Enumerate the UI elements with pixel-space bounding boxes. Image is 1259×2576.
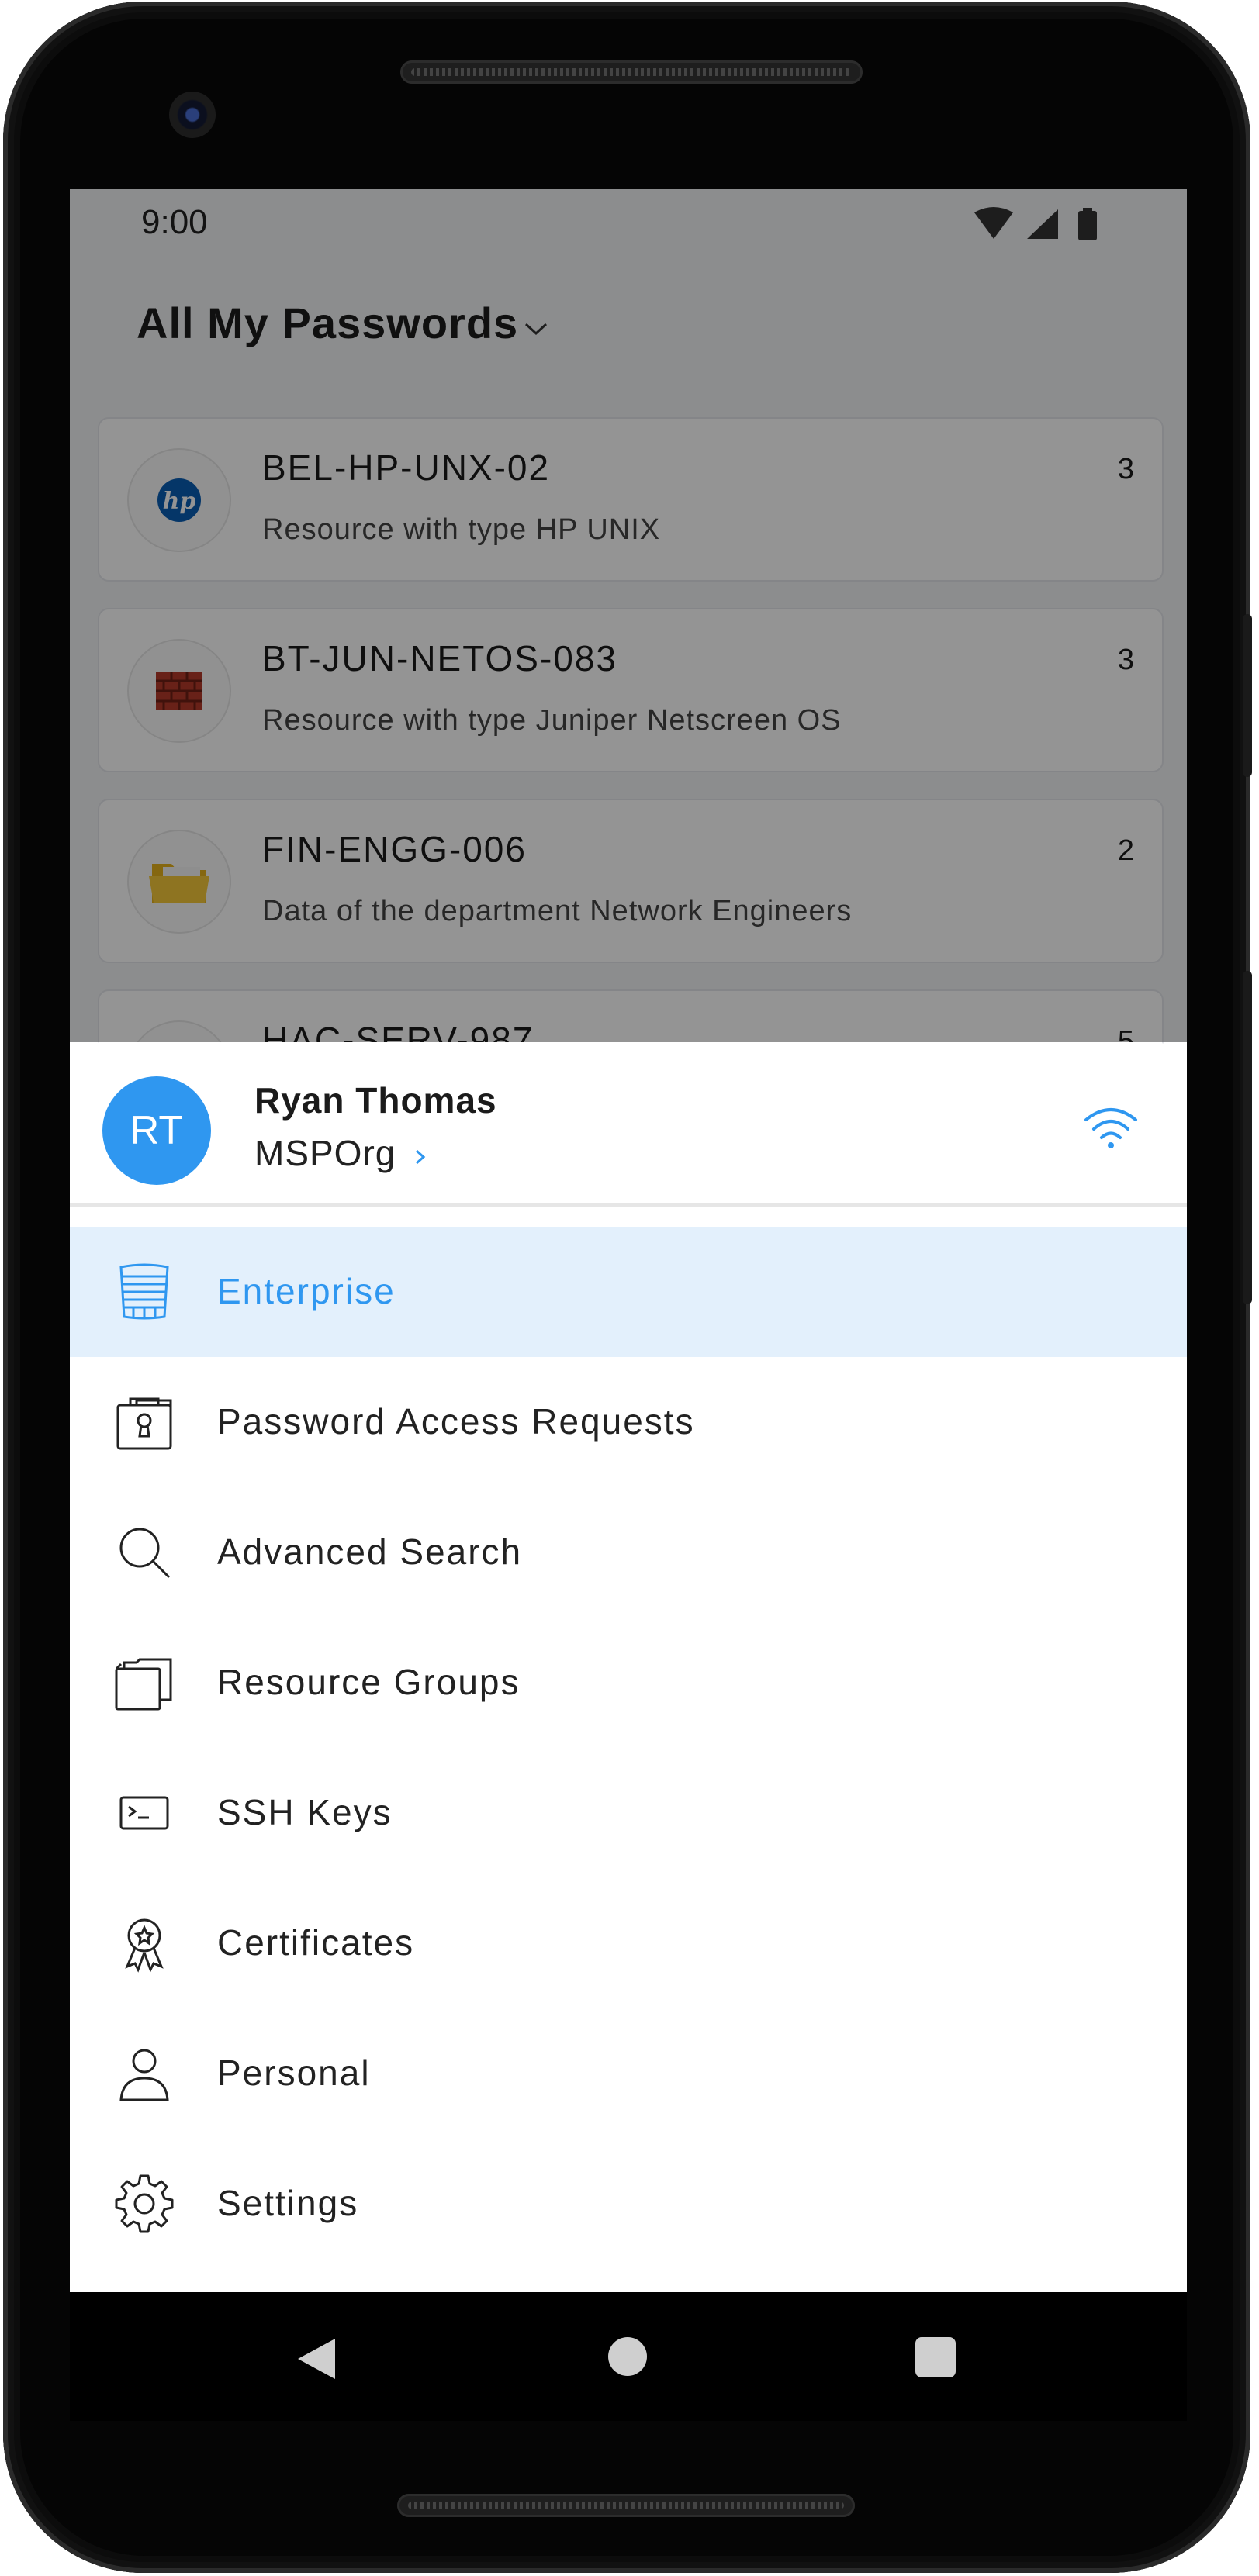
volume-button <box>1243 971 1252 1304</box>
menu-item-advanced-search[interactable]: Advanced Search <box>70 1487 1187 1618</box>
menu-label: Personal <box>217 2053 371 2093</box>
earpiece-speaker <box>400 60 863 84</box>
wifi-icon <box>1084 1108 1137 1148</box>
power-button <box>1243 614 1252 777</box>
recent-apps-icon[interactable] <box>915 2337 956 2377</box>
terminal-icon <box>119 1796 169 1830</box>
chevron-right-icon[interactable] <box>413 1146 428 1168</box>
menu-item-ssh-keys[interactable]: SSH Keys <box>70 1748 1187 1878</box>
menu-item-password-access-requests[interactable]: Password Access Requests <box>70 1357 1187 1487</box>
menu-item-enterprise[interactable]: Enterprise <box>70 1227 1187 1357</box>
certificate-badge-icon <box>125 1918 164 1973</box>
menu-item-personal[interactable]: Personal <box>70 2008 1187 2139</box>
screen: 9:00 All My Passwords hp BEL-HP-UNX-02 R… <box>70 189 1187 2421</box>
system-navigation-bar <box>70 2292 1187 2421</box>
phone-frame: 9:00 All My Passwords hp BEL-HP-UNX-02 R… <box>3 2 1252 2573</box>
menu-label: Resource Groups <box>217 1662 521 1702</box>
menu-item-resource-groups[interactable]: Resource Groups <box>70 1618 1187 1748</box>
bottom-speaker <box>397 2494 855 2517</box>
menu-label: SSH Keys <box>217 1792 393 1832</box>
password-list-screen: 9:00 All My Passwords hp BEL-HP-UNX-02 R… <box>70 189 1187 1154</box>
divider <box>70 1203 1187 1207</box>
navigation-bottom-sheet: RT Ryan Thomas MSPOrg Enterprise Passwor… <box>70 1042 1187 2233</box>
enterprise-building-icon <box>119 1263 169 1320</box>
menu-label: Settings <box>217 2183 359 2223</box>
back-icon[interactable] <box>295 2336 337 2382</box>
org-switcher[interactable]: MSPOrg <box>254 1132 396 1174</box>
menu-label: Advanced Search <box>217 1531 523 1572</box>
avatar[interactable]: RT <box>102 1076 211 1185</box>
folders-icon <box>115 1658 172 1711</box>
menu-item-settings[interactable]: Settings <box>70 2139 1187 2239</box>
front-camera <box>169 92 216 138</box>
user-name: Ryan Thomas <box>254 1080 497 1121</box>
person-icon <box>119 2049 169 2101</box>
gear-icon <box>115 2174 174 2233</box>
menu-label: Enterprise <box>217 1271 396 1311</box>
menu-item-certificates[interactable]: Certificates <box>70 1878 1187 2008</box>
lock-request-icon <box>116 1397 172 1450</box>
home-icon[interactable] <box>608 2337 647 2376</box>
search-icon <box>119 1528 171 1579</box>
menu-label: Password Access Requests <box>217 1401 695 1442</box>
menu-label: Certificates <box>217 1922 415 1963</box>
modal-scrim[interactable] <box>70 189 1187 1042</box>
